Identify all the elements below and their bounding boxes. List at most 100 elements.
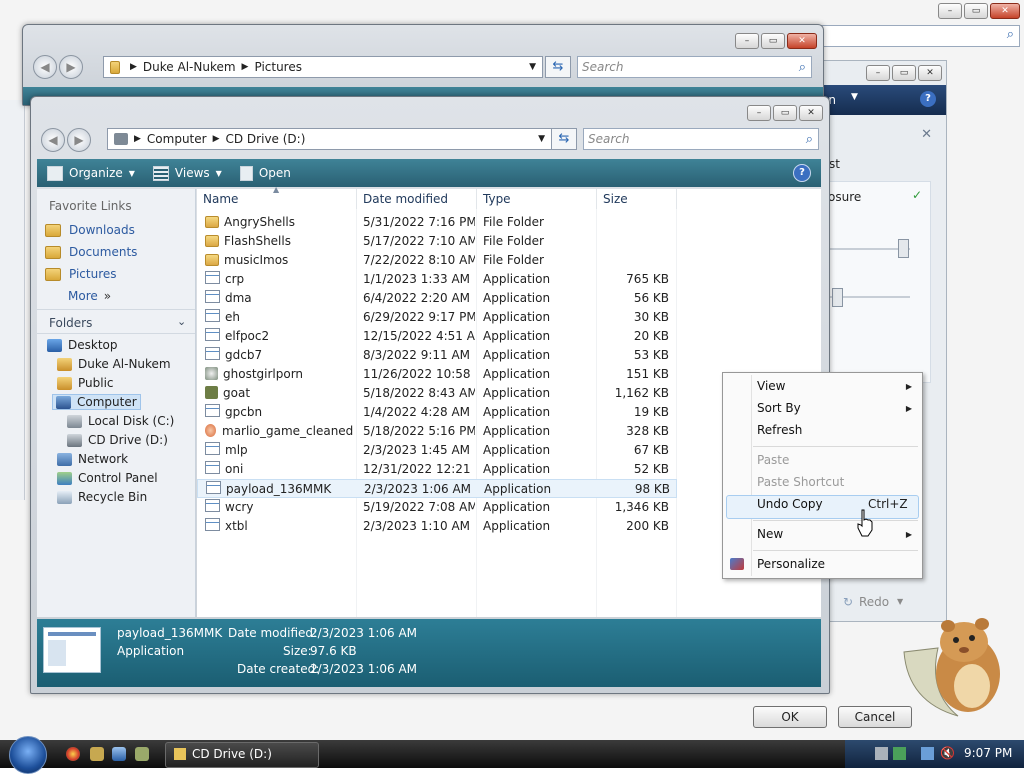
views-button[interactable]: Views ▼ xyxy=(152,165,222,181)
tree-item-desktop[interactable]: Desktop xyxy=(47,338,118,352)
back-button[interactable]: ◀ xyxy=(41,128,65,152)
show-desktop-icon[interactable] xyxy=(112,747,126,761)
chevron-down-icon[interactable]: ⌄ xyxy=(177,315,186,328)
file-row[interactable]: crp 1/1/2023 1:33 AM Application 765 KB xyxy=(197,270,677,289)
maximize-button[interactable]: ▭ xyxy=(892,65,916,81)
computer-icon xyxy=(56,395,71,409)
file-row[interactable]: payload_136MMK 2/3/2023 1:06 AM Applicatio… xyxy=(197,479,677,498)
cd-drive-window: – ▭ ✕ ◀ ▶ ▶ Computer ▶ CD Drive (D:) ▼ ⇆… xyxy=(30,96,830,694)
tree-item-network[interactable]: Network xyxy=(57,452,128,466)
breadcrumb-item[interactable]: CD Drive (D:) xyxy=(226,132,306,146)
close-icon[interactable]: ✕ xyxy=(921,127,932,142)
back-button[interactable]: ◀ xyxy=(33,55,57,79)
menu-item-personalize[interactable]: Personalize xyxy=(757,557,825,571)
menu-item-undo-copy[interactable]: Undo Copy xyxy=(757,497,823,511)
menu-item-paste-shortcut[interactable]: Paste Shortcut xyxy=(757,475,844,489)
column-header-size[interactable]: Size xyxy=(597,189,677,209)
tree-item-local-disk[interactable]: Local Disk (C:) xyxy=(67,414,174,428)
favorite-link-pictures[interactable]: Pictures xyxy=(45,267,117,281)
folders-header[interactable]: Folders xyxy=(49,316,92,330)
organize-button[interactable]: Organize ▼ xyxy=(47,165,135,181)
forward-button[interactable]: ▶ xyxy=(59,55,83,79)
file-row[interactable]: gpcbn 1/4/2022 4:28 AM Application 19 KB xyxy=(197,403,677,422)
tree-item-cd-drive[interactable]: CD Drive (D:) xyxy=(67,433,168,447)
close-button[interactable]: ✕ xyxy=(799,105,823,121)
tree-item-computer[interactable]: Computer xyxy=(52,394,141,410)
file-row[interactable]: gdcb7 8/3/2022 9:11 AM Application 53 KB xyxy=(197,346,677,365)
start-button[interactable] xyxy=(9,736,47,774)
open-button[interactable]: Open xyxy=(239,165,291,181)
chevron-down-icon[interactable]: ▼ xyxy=(529,62,536,72)
bg-search-input[interactable]: ⌕ xyxy=(820,25,1020,47)
menu-item-new[interactable]: New xyxy=(757,527,783,541)
menu-item-paste[interactable]: Paste xyxy=(757,453,789,467)
minimize-button[interactable]: – xyxy=(938,3,962,19)
file-size-cell: 151 KB xyxy=(626,367,669,381)
taskbar-button-cd-drive[interactable]: CD Drive (D:) xyxy=(165,742,319,768)
file-row[interactable]: mlp 2/3/2023 1:45 AM Application 67 KB xyxy=(197,441,677,460)
file-row[interactable]: AngryShells 5/31/2022 7:16 PM File Folder xyxy=(197,213,677,232)
address-bar[interactable]: ▶ Computer ▶ CD Drive (D:) ▼ xyxy=(107,128,552,150)
chrome-icon[interactable] xyxy=(66,747,80,761)
tree-item-recycle-bin[interactable]: Recycle Bin xyxy=(57,490,147,504)
partial-label-closure: osure xyxy=(828,190,862,204)
refresh-button[interactable]: ⇆ xyxy=(551,128,577,150)
column-header-type[interactable]: Type xyxy=(477,189,597,209)
goat-icon[interactable] xyxy=(135,747,149,761)
slider-thumb[interactable] xyxy=(898,239,909,258)
tree-item-user[interactable]: Duke Al-Nukem xyxy=(57,357,171,371)
tree-item-public[interactable]: Public xyxy=(57,376,114,390)
close-button[interactable]: ✕ xyxy=(990,3,1020,19)
more-link[interactable]: More » xyxy=(68,289,111,303)
redo-button[interactable]: Redo xyxy=(859,595,889,609)
close-button[interactable]: ✕ xyxy=(787,33,817,49)
maximize-button[interactable]: ▭ xyxy=(964,3,988,19)
help-icon[interactable]: ? xyxy=(793,164,811,182)
breadcrumb-item[interactable]: Pictures xyxy=(254,60,302,74)
help-icon[interactable]: ? xyxy=(920,91,936,107)
network-tray-icon[interactable] xyxy=(921,747,934,760)
search-input[interactable]: Search ⌕ xyxy=(577,56,812,78)
menu-item-refresh[interactable]: Refresh xyxy=(757,423,802,437)
tray-icon[interactable] xyxy=(893,747,906,760)
forward-button[interactable]: ▶ xyxy=(67,128,91,152)
menu-item-view[interactable]: View xyxy=(757,379,785,393)
file-row[interactable]: oni 12/31/2022 12:21 ... Application 52 KB xyxy=(197,460,677,479)
breadcrumb-item[interactable]: Duke Al-Nukem xyxy=(143,60,236,74)
address-bar[interactable]: ▶ Duke Al-Nukem ▶ Pictures ▼ xyxy=(103,56,543,78)
redo-icon[interactable]: ↻ xyxy=(843,595,853,609)
favorite-link-downloads[interactable]: Downloads xyxy=(45,223,135,237)
slider-thumb[interactable] xyxy=(832,288,843,307)
hard-disk-icon xyxy=(67,414,82,428)
file-row[interactable]: elfpoc2 12/15/2022 4:51 AM Application 20 K… xyxy=(197,327,677,346)
breadcrumb-item[interactable]: Computer xyxy=(147,132,207,146)
file-row[interactable]: xtbl 2/3/2023 1:10 AM Application 200 KB xyxy=(197,517,677,536)
minimize-button[interactable]: – xyxy=(747,105,771,121)
menu-item-sort-by[interactable]: Sort By xyxy=(757,401,801,415)
tray-icon[interactable] xyxy=(875,747,888,760)
volume-muted-icon[interactable]: 🔇 xyxy=(940,746,955,760)
refresh-button[interactable]: ⇆ xyxy=(545,56,571,78)
file-row[interactable]: FlashShells 5/17/2022 7:10 AM File Folder xyxy=(197,232,677,251)
maximize-button[interactable]: ▭ xyxy=(761,33,785,49)
favorite-link-documents[interactable]: Documents xyxy=(45,245,137,259)
file-row[interactable]: goat 5/18/2022 8:43 AM Application 1,162 KB xyxy=(197,384,677,403)
file-row[interactable]: wcry 5/19/2022 7:08 AM Application 1,346 KB xyxy=(197,498,677,517)
maximize-button[interactable]: ▭ xyxy=(773,105,797,121)
clock[interactable]: 9:07 PM xyxy=(964,746,1012,760)
file-row[interactable]: dma 6/4/2022 2:20 AM Application 56 KB xyxy=(197,289,677,308)
file-row[interactable]: musicImos 7/22/2022 8:10 AM File Folder xyxy=(197,251,677,270)
file-row[interactable]: eh 6/29/2022 9:17 PM Application 30 KB xyxy=(197,308,677,327)
minimize-button[interactable]: – xyxy=(735,33,759,49)
column-header-date[interactable]: Date modified xyxy=(357,189,477,209)
ok-button[interactable]: OK xyxy=(753,706,827,728)
app-shortcut-icon[interactable] xyxy=(90,747,104,761)
chevron-down-icon[interactable]: ▼ xyxy=(538,134,545,144)
search-input[interactable]: Search ⌕ xyxy=(583,128,819,150)
tree-item-control-panel[interactable]: Control Panel xyxy=(57,471,158,485)
minimize-button[interactable]: – xyxy=(866,65,890,81)
file-row[interactable]: ghostgirlporn 11/26/2022 10:58 ... Applica… xyxy=(197,365,677,384)
close-button[interactable]: ✕ xyxy=(918,65,942,81)
file-row[interactable]: marlio_game_cleaned 5/18/2022 5:16 PM Appl… xyxy=(197,422,677,441)
file-type-cell: File Folder xyxy=(483,215,544,229)
